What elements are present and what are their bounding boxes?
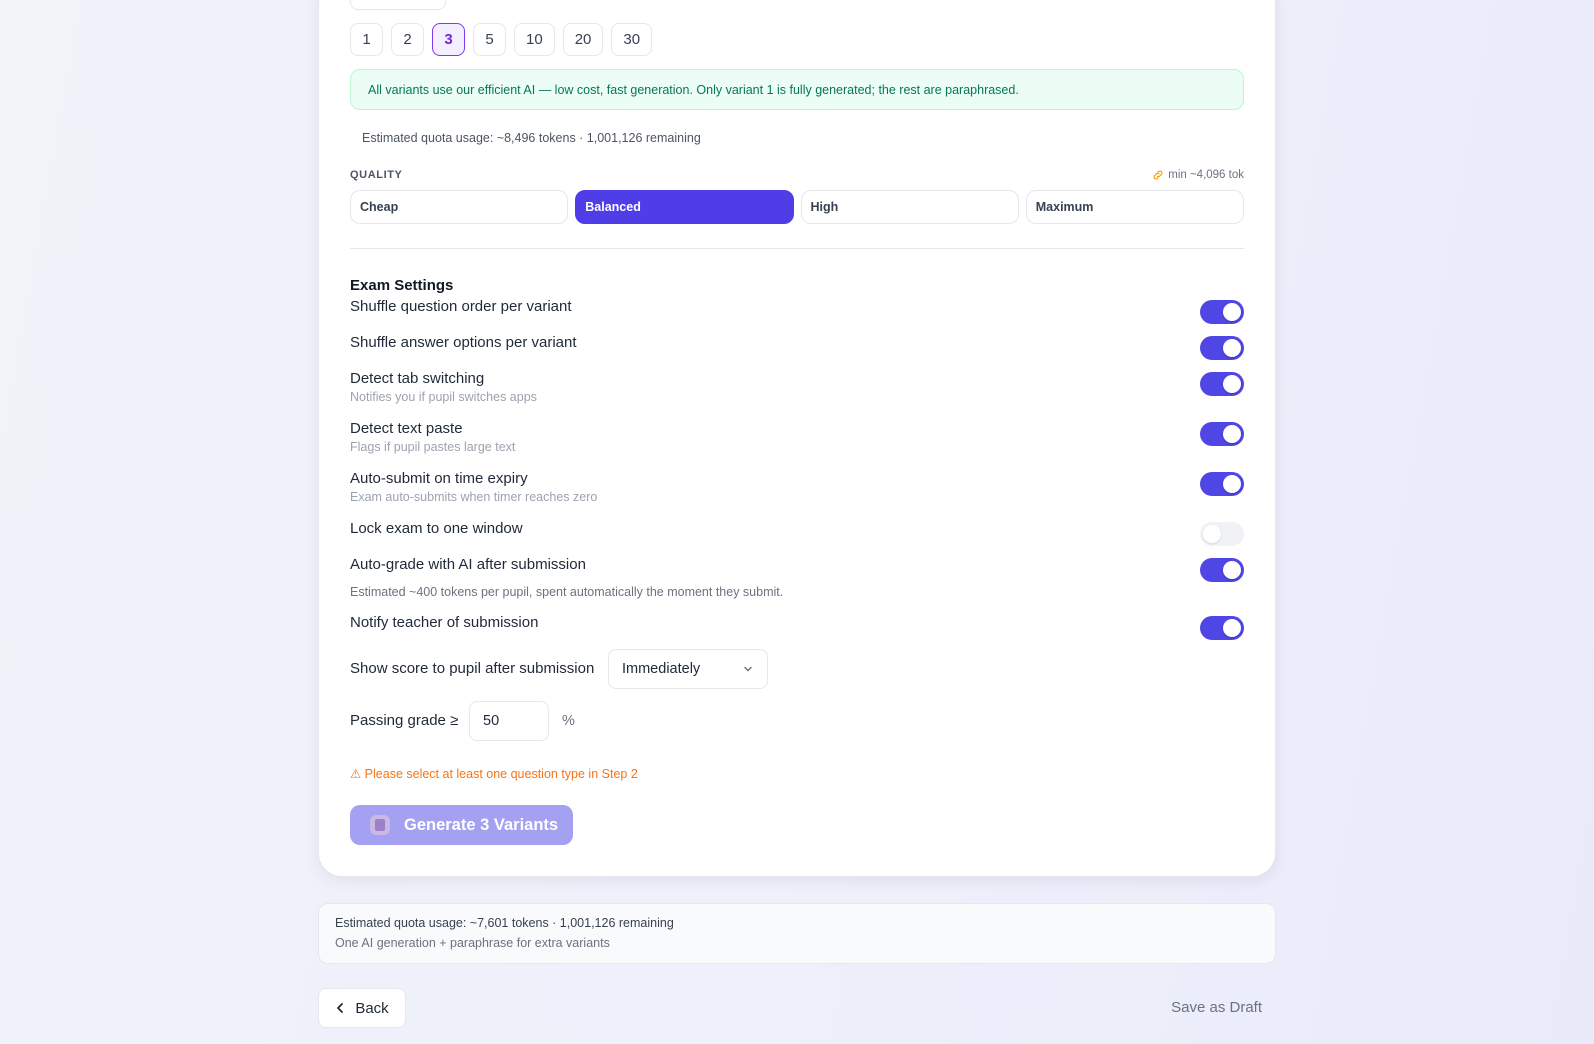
setting-label: Detect text paste (350, 420, 463, 437)
quality-high-button[interactable]: High (800, 190, 1019, 224)
variant-count-2[interactable]: 2 (391, 23, 424, 56)
setting-shuffle-questions: Shuffle question order per variant (350, 298, 1244, 324)
link-icon (1153, 170, 1163, 180)
previous-field-stub (350, 0, 446, 10)
setting-description: Flags if pupil pastes large text (350, 440, 516, 454)
setting-auto-submit: Auto-submit on time expiry Exam auto-sub… (350, 470, 1244, 504)
generate-button-label: Generate 3 Variants (404, 815, 559, 834)
toggle-knob (1223, 425, 1241, 443)
toggle-knob (1203, 525, 1221, 543)
exam-settings-title: Exam Settings (350, 277, 454, 294)
variant-count-3[interactable]: 3 (432, 23, 465, 56)
show-score-label: Show score to pupil after submission (350, 660, 595, 677)
setting-label: Shuffle question order per variant (350, 298, 572, 315)
min-tokens-text: min ~4,096 tok (1168, 169, 1244, 181)
toggle-knob (1223, 339, 1241, 357)
variant-count-5[interactable]: 5 (473, 23, 506, 56)
quota-summary-line2: One AI generation + paraphrase for extra… (335, 936, 610, 950)
quality-maximum-button[interactable]: Maximum (1025, 190, 1244, 224)
chevron-down-icon (744, 666, 752, 672)
auto-submit-toggle[interactable] (1200, 472, 1244, 496)
passing-grade-label: Passing grade ≥ (350, 712, 459, 729)
setting-description: Notifies you if pupil switches apps (350, 390, 537, 404)
variant-count-1[interactable]: 1 (350, 23, 383, 56)
setting-label: Lock exam to one window (350, 520, 523, 537)
setting-label: Auto-grade with AI after submission (350, 556, 586, 573)
quality-selector: Cheap Balanced High Maximum (350, 190, 1244, 224)
show-score-select[interactable]: Immediately (608, 649, 768, 689)
generate-variants-button[interactable]: Generate 3 Variants (350, 805, 573, 845)
setting-label: Shuffle answer options per variant (350, 334, 577, 351)
notify-teacher-toggle[interactable] (1200, 616, 1244, 640)
min-tokens-hint: min ~4,096 tok (1152, 169, 1244, 181)
toggle-knob (1223, 375, 1241, 393)
setting-detect-text-paste: Detect text paste Flags if pupil pastes … (350, 420, 1244, 454)
setting-label: Notify teacher of submission (350, 614, 539, 631)
back-button-label: Back (355, 999, 389, 1017)
passing-grade-input[interactable]: 50 (469, 701, 549, 741)
quality-balanced-button[interactable]: Balanced (575, 190, 794, 224)
generate-icon (370, 815, 390, 835)
setting-label: Auto-submit on time expiry (350, 470, 528, 487)
variant-count-20[interactable]: 20 (562, 23, 604, 56)
passing-grade-unit: % (562, 713, 575, 729)
lock-window-toggle[interactable] (1200, 522, 1244, 546)
variant-count-30[interactable]: 30 (611, 23, 653, 56)
section-divider (350, 248, 1244, 249)
detect-tab-switching-toggle[interactable] (1200, 372, 1244, 396)
save-draft-button[interactable]: Save as Draft (1171, 999, 1262, 1016)
setting-auto-grade: Auto-grade with AI after submission (350, 556, 1244, 582)
question-type-warning: ⚠ Please select at least one question ty… (350, 767, 638, 781)
variants-info-banner: All variants use our efficient AI — low … (350, 69, 1244, 110)
setting-description: Exam auto-submits when timer reaches zer… (350, 490, 598, 504)
setting-detect-tab-switching: Detect tab switching Notifies you if pup… (350, 370, 1244, 404)
estimated-quota-top: Estimated quota usage: ~8,496 tokens · 1… (362, 131, 701, 145)
variant-count-selector: 1 2 3 5 10 20 30 (350, 23, 653, 56)
shuffle-answers-toggle[interactable] (1200, 336, 1244, 360)
toggle-knob (1223, 619, 1241, 637)
toggle-knob (1223, 561, 1241, 579)
variant-count-10[interactable]: 10 (514, 23, 555, 56)
quota-summary-line1: Estimated quota usage: ~7,601 tokens · 1… (335, 916, 674, 930)
setting-label: Detect tab switching (350, 370, 485, 387)
quality-cheap-button[interactable]: Cheap (350, 190, 569, 224)
auto-grade-note: Estimated ~400 tokens per pupil, spent a… (350, 585, 784, 599)
setting-shuffle-answers: Shuffle answer options per variant (350, 334, 1244, 360)
chevron-left-icon (337, 1003, 344, 1013)
toggle-knob (1223, 303, 1241, 321)
quota-summary-box: Estimated quota usage: ~7,601 tokens · 1… (318, 903, 1276, 964)
show-score-value: Immediately (622, 661, 701, 677)
shuffle-questions-toggle[interactable] (1200, 300, 1244, 324)
auto-grade-toggle[interactable] (1200, 558, 1244, 582)
setting-lock-window: Lock exam to one window (350, 520, 1244, 546)
toggle-knob (1223, 475, 1241, 493)
back-button[interactable]: Back (318, 988, 406, 1028)
setting-notify-teacher: Notify teacher of submission (350, 614, 1244, 640)
quality-label: QUALITY (350, 169, 403, 181)
detect-text-paste-toggle[interactable] (1200, 422, 1244, 446)
